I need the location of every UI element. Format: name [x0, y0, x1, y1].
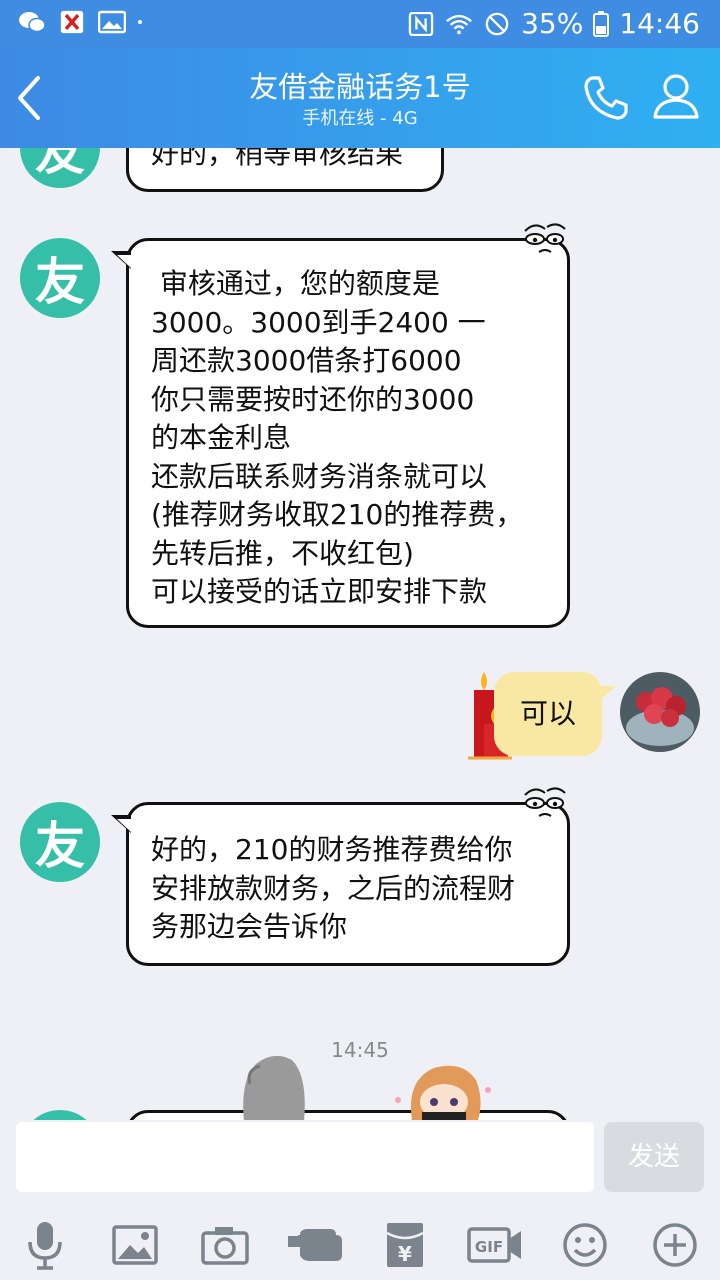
contact-avatar[interactable]: [20, 1110, 100, 1120]
poke-button[interactable]: [286, 1216, 344, 1274]
message-text: 好的，稍等审核结果: [151, 148, 404, 170]
profile-icon[interactable]: [650, 70, 702, 122]
app-notification-icon: [60, 10, 84, 34]
chat-header: 友借金融话务1号 手机在线 - 4G: [0, 48, 720, 148]
more-options-button[interactable]: [646, 1216, 704, 1274]
voice-button[interactable]: [16, 1216, 74, 1274]
my-avatar[interactable]: [620, 672, 700, 752]
message-text: 3000。3000到手2400 一: [151, 305, 486, 339]
clock: 14:46: [619, 7, 700, 40]
avatar-glyph: 友: [35, 148, 85, 181]
message-text: 务那边会告诉你: [151, 910, 348, 943]
message-timestamp: 14:45: [331, 1038, 389, 1062]
message-bubble[interactable]: [126, 1110, 570, 1120]
contact-avatar[interactable]: 友: [20, 238, 100, 318]
gray-character-sticker-icon: [243, 1055, 305, 1120]
my-message-bubble[interactable]: 可以: [494, 672, 616, 756]
message-text: 审核通过，您的额度是: [151, 267, 440, 300]
dot-icon: [138, 20, 142, 24]
battery-icon: [593, 11, 610, 37]
message-text: 可以接受的话立即安排下款: [151, 575, 488, 608]
camera-icon: [201, 1227, 249, 1265]
message-list[interactable]: 友 好的，稍等审核结果 友 审核通过，您的额度是 3000。3000到手2400…: [0, 148, 720, 1120]
camera-button[interactable]: [196, 1216, 254, 1274]
smiley-icon: [563, 1223, 607, 1267]
wifi-icon: [446, 14, 472, 35]
gif-button[interactable]: GIF: [466, 1216, 524, 1274]
wechat-icon: [19, 12, 46, 33]
battery-percent: 35%: [521, 7, 584, 40]
contact-avatar[interactable]: 友: [20, 148, 100, 188]
message-bubble[interactable]: 审核通过，您的额度是 3000。3000到手2400 一 周还款3000借条打6…: [111, 223, 570, 628]
face-sticker-icon: [524, 223, 566, 253]
message-text: (推荐财务收取210的推荐费，: [151, 498, 524, 531]
emoji-button[interactable]: [556, 1216, 614, 1274]
send-button[interactable]: 发送: [604, 1122, 704, 1192]
girl-sticker-icon: [395, 1065, 491, 1120]
nfc-icon: [408, 12, 434, 36]
bubble-tail-fill: [117, 819, 131, 832]
red-packet-icon: ¥: [386, 1223, 424, 1267]
bubble-tail-fill: [117, 255, 131, 268]
bubble-tail: [600, 686, 616, 700]
message-text: 好的，210的财务推荐费给你: [151, 833, 513, 866]
pointing-hand-icon: [288, 1229, 342, 1261]
status-bar: 35% 14:46: [0, 0, 720, 48]
message-bubble[interactable]: 好的，稍等审核结果: [126, 148, 444, 192]
chat-toolbar: ¥ GIF: [0, 1210, 720, 1280]
input-bar: 发送: [0, 1120, 720, 1210]
red-packet-button[interactable]: ¥: [376, 1216, 434, 1274]
face-sticker-icon: [524, 787, 566, 817]
message-bubble[interactable]: 好的，210的财务推荐费给你 安排放款财务，之后的流程财 务那边会告诉你: [111, 787, 570, 966]
gif-icon: GIF: [467, 1227, 521, 1263]
message-input[interactable]: [16, 1122, 594, 1192]
photo-album-button[interactable]: [106, 1216, 164, 1274]
message-text: 可以: [519, 697, 576, 730]
gallery-icon: [98, 10, 126, 34]
microphone-icon: [28, 1222, 62, 1270]
message-text: 还款后联系财务消条就可以: [151, 459, 488, 493]
message-text: 先转后推，不收红包): [151, 536, 414, 570]
phone-icon[interactable]: [580, 72, 632, 124]
svg-text:¥: ¥: [398, 1242, 412, 1266]
plus-circle-icon: [653, 1223, 697, 1267]
message-text: 的本金利息: [151, 421, 292, 454]
contact-avatar[interactable]: 友: [20, 802, 100, 882]
avatar-glyph: 友: [35, 817, 85, 875]
fruit-avatar-image: [620, 672, 700, 752]
gif-label: GIF: [475, 1238, 503, 1256]
avatar-glyph: 友: [35, 253, 85, 311]
message-text: 安排放款财务，之后的流程财: [151, 871, 516, 905]
message-text: 周还款3000借条打6000: [151, 344, 462, 377]
no-signal-icon: [485, 12, 509, 36]
message-text: 你只需要按时还你的3000: [151, 382, 475, 416]
image-icon: [112, 1225, 158, 1265]
